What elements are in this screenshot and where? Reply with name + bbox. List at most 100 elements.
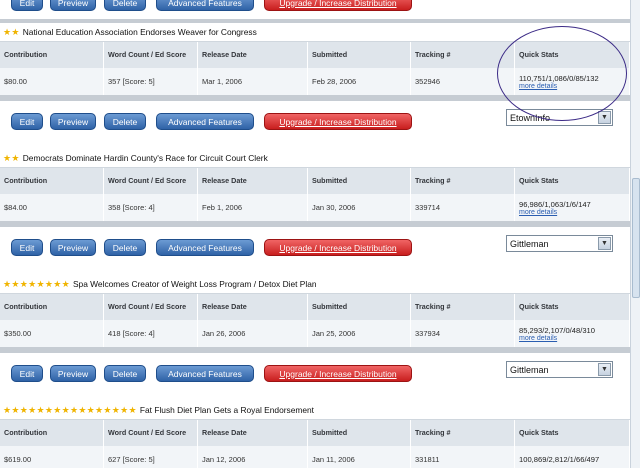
chevron-down-icon[interactable]: ▼ [598, 237, 611, 250]
edit-button[interactable]: Edit [11, 239, 43, 256]
star-rating-icon: ★★★★★★★★ [3, 278, 70, 289]
header-tracking: Tracking # [411, 420, 515, 446]
article-title-row: ★★ Democrats Dominate Hardin County's Ra… [0, 149, 630, 168]
chevron-down-icon[interactable]: ▼ [598, 363, 611, 376]
article-block: ★★★★★★★★ Spa Welcomes Creator of Weight … [0, 275, 630, 347]
upgrade-distribution-button[interactable]: Upgrade / Increase Distribution [264, 113, 412, 130]
cell-word-count: 358 [Score: 4] [104, 194, 198, 221]
delete-button[interactable]: Delete [104, 0, 146, 11]
cell-release-date: Jan 26, 2006 [198, 320, 308, 347]
edit-button[interactable]: Edit [11, 113, 43, 130]
cell-contribution: $84.00 [0, 194, 104, 221]
header-release-date: Release Date [198, 294, 308, 320]
press-release-list: Edit Preview Delete Advanced Features Up… [0, 0, 630, 468]
article-title[interactable]: Democrats Dominate Hardin County's Race … [23, 153, 268, 163]
cell-contribution: $350.00 [0, 320, 104, 347]
quick-stats-value: 96,986/1,063/1/6/147 [519, 199, 591, 209]
cell-submitted: Feb 28, 2006 [308, 68, 411, 95]
quick-stats-value: 100,869/2,812/1/66/497 [519, 455, 600, 464]
header-quick-stats: Quick Stats [515, 420, 630, 446]
article-table: Contribution Word Count / Ed Score Relea… [0, 420, 630, 468]
header-word-count: Word Count / Ed Score [104, 42, 198, 68]
star-rating-icon: ★★ [3, 26, 20, 37]
header-tracking: Tracking # [411, 294, 515, 320]
upgrade-distribution-button[interactable]: Upgrade / Increase Distribution [264, 239, 412, 256]
cell-tracking: 337934 [411, 320, 515, 347]
cell-quick-stats: 96,986/1,063/1/6/147 more details [515, 194, 630, 221]
cell-release-date: Jan 12, 2006 [198, 446, 308, 468]
header-release-date: Release Date [198, 168, 308, 194]
header-contribution: Contribution [0, 420, 104, 446]
cell-submitted: Jan 11, 2006 [308, 446, 411, 468]
advanced-features-button[interactable]: Advanced Features [156, 365, 254, 382]
header-submitted: Submitted [308, 294, 411, 320]
preview-button[interactable]: Preview [50, 239, 96, 256]
header-word-count: Word Count / Ed Score [104, 168, 198, 194]
article-title[interactable]: National Education Association Endorses … [23, 27, 257, 37]
edit-button[interactable]: Edit [11, 0, 43, 11]
cell-quick-stats: 85,293/2,107/0/48/310 more details [515, 320, 630, 347]
cell-release-date: Feb 1, 2006 [198, 194, 308, 221]
header-submitted: Submitted [308, 42, 411, 68]
cell-tracking: 339714 [411, 194, 515, 221]
scrollbar-thumb[interactable] [632, 178, 640, 298]
account-select-value: Gittleman [510, 364, 549, 375]
header-submitted: Submitted [308, 420, 411, 446]
account-select-value: Gittleman [510, 238, 549, 249]
action-bar: Edit Preview Delete Advanced Features Up… [0, 353, 630, 391]
cell-word-count: 357 [Score: 5] [104, 68, 198, 95]
header-word-count: Word Count / Ed Score [104, 294, 198, 320]
delete-button[interactable]: Delete [104, 113, 146, 130]
cell-word-count: 627 [Score: 5] [104, 446, 198, 468]
article-block: ★★ Democrats Dominate Hardin County's Ra… [0, 149, 630, 221]
cell-quick-stats: 100,869/2,812/1/66/497 [515, 446, 630, 468]
action-bar-top-partial: Edit Preview Delete Advanced Features Up… [0, 0, 630, 20]
delete-button[interactable]: Delete [104, 239, 146, 256]
header-release-date: Release Date [198, 42, 308, 68]
vertical-scrollbar[interactable] [630, 0, 640, 468]
header-contribution: Contribution [0, 294, 104, 320]
preview-button[interactable]: Preview [50, 365, 96, 382]
article-title[interactable]: Spa Welcomes Creator of Weight Loss Prog… [73, 279, 317, 289]
star-rating-icon: ★★★★★★★★★★★★★★★★ [3, 404, 137, 415]
delete-button[interactable]: Delete [104, 365, 146, 382]
more-details-link[interactable]: more details [519, 209, 557, 216]
edit-button[interactable]: Edit [11, 365, 43, 382]
star-rating-icon: ★★ [3, 152, 20, 163]
preview-button[interactable]: Preview [50, 0, 96, 11]
quick-stats-value: 85,293/2,107/0/48/310 [519, 325, 596, 335]
advanced-features-button[interactable]: Advanced Features [156, 239, 254, 256]
more-details-link[interactable]: more details [519, 335, 557, 342]
article-block: ★★★★★★★★★★★★★★★★ Fat Flush Diet Plan Get… [0, 401, 630, 468]
header-contribution: Contribution [0, 168, 104, 194]
advanced-features-button[interactable]: Advanced Features [156, 113, 254, 130]
header-word-count: Word Count / Ed Score [104, 420, 198, 446]
article-title-row: ★★★★★★★★ Spa Welcomes Creator of Weight … [0, 275, 630, 294]
header-quick-stats: Quick Stats [515, 168, 630, 194]
account-select[interactable]: Gittleman ▼ [506, 235, 613, 252]
cell-submitted: Jan 30, 2006 [308, 194, 411, 221]
cell-submitted: Jan 25, 2006 [308, 320, 411, 347]
article-title[interactable]: Fat Flush Diet Plan Gets a Royal Endorse… [140, 405, 314, 415]
header-quick-stats: Quick Stats [515, 294, 630, 320]
article-table: Contribution Word Count / Ed Score Relea… [0, 168, 630, 221]
annotation-circle [497, 26, 627, 121]
cell-word-count: 418 [Score: 4] [104, 320, 198, 347]
cell-release-date: Mar 1, 2006 [198, 68, 308, 95]
advanced-features-button[interactable]: Advanced Features [156, 0, 254, 11]
cell-contribution: $80.00 [0, 68, 104, 95]
header-tracking: Tracking # [411, 168, 515, 194]
cell-tracking: 331811 [411, 446, 515, 468]
upgrade-distribution-button[interactable]: Upgrade / Increase Distribution [264, 365, 412, 382]
article-table: Contribution Word Count / Ed Score Relea… [0, 294, 630, 347]
account-select[interactable]: Gittleman ▼ [506, 361, 613, 378]
preview-button[interactable]: Preview [50, 113, 96, 130]
header-contribution: Contribution [0, 42, 104, 68]
action-bar: Edit Preview Delete Advanced Features Up… [0, 227, 630, 265]
header-release-date: Release Date [198, 420, 308, 446]
cell-contribution: $619.00 [0, 446, 104, 468]
chevron-down-icon[interactable]: ▼ [598, 111, 611, 124]
article-title-row: ★★★★★★★★★★★★★★★★ Fat Flush Diet Plan Get… [0, 401, 630, 420]
upgrade-distribution-button[interactable]: Upgrade / Increase Distribution [264, 0, 412, 11]
header-submitted: Submitted [308, 168, 411, 194]
